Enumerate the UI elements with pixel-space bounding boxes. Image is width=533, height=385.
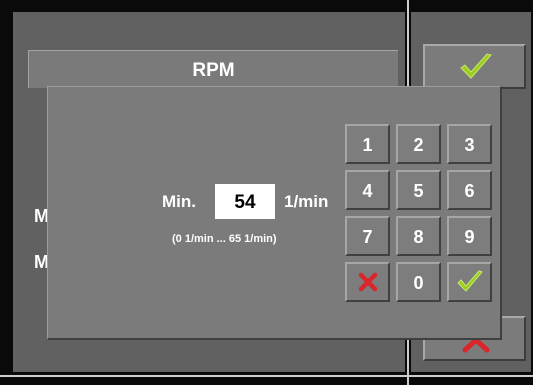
- range-hint: (0 1/min ... 65 1/min): [172, 233, 277, 245]
- cancel-key[interactable]: [345, 262, 390, 302]
- unit-label: 1/min: [284, 192, 329, 211]
- key-8[interactable]: 8: [396, 216, 441, 256]
- key-6[interactable]: 6: [447, 170, 492, 210]
- checkmark-icon: [460, 53, 492, 79]
- background-confirm-button[interactable]: [423, 44, 526, 89]
- value-input[interactable]: 54: [215, 184, 275, 219]
- confirm-key[interactable]: [447, 262, 492, 302]
- x-icon: [358, 272, 377, 292]
- key-7[interactable]: 7: [345, 216, 390, 256]
- divider-line: [0, 375, 533, 377]
- key-0[interactable]: 0: [396, 262, 441, 302]
- field-label: Min.: [162, 192, 196, 211]
- numeric-input-dialog: Min. 54 1/min (0 1/min ... 65 1/min) 1 2…: [47, 86, 502, 340]
- checkmark-icon: [456, 270, 483, 292]
- key-4[interactable]: 4: [345, 170, 390, 210]
- key-1[interactable]: 1: [345, 124, 390, 164]
- key-9[interactable]: 9: [447, 216, 492, 256]
- key-2[interactable]: 2: [396, 124, 441, 164]
- page-title: RPM: [28, 50, 398, 88]
- key-3[interactable]: 3: [447, 124, 492, 164]
- key-5[interactable]: 5: [396, 170, 441, 210]
